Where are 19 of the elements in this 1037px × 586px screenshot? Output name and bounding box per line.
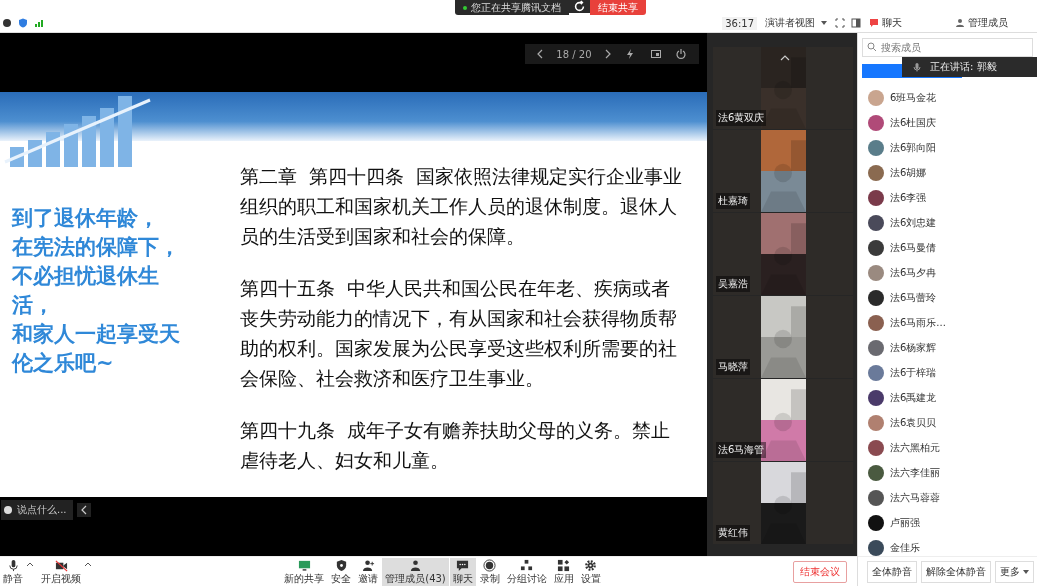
participant-name: 法6黄双庆 [716,110,767,126]
share-notice: 您正在共享腾讯文档 [455,0,569,15]
caption-line: 到了退休年龄， [12,205,160,232]
caption-line: 和家人一起享受天 [12,321,181,348]
participant-name: 杜嘉琦 [716,193,750,209]
speaking-toast: 正在讲话: 郭毅 [902,57,1037,77]
caption-line: 在宪法的保障下， [12,234,181,261]
caption-line: 不必担忧退休生 [12,263,160,290]
participant-name: 吴嘉浩 [716,276,750,292]
participant-name: 黄红伟 [716,525,750,541]
law-article: 第四十九条 成年子女有赡养扶助父母的义务。禁止虐待老人、妇女和儿童。 [240,418,672,473]
slide-page-number: 18 / 20 [556,48,592,60]
caption-line: 活， [12,292,55,319]
law-article: 第四十五条 中华人民共和国公民在年老、疾病或者丧失劳动能力的情况下，有从国家和社会获得物质帮助的权利。国家发展为公民享受这些权利所需要的社会保险、社会救济和医疗卫生事业。 [240,276,678,391]
caption-line: 伦之乐吧~ [12,350,115,377]
participant-name: 法6马海管 [716,442,767,458]
participant-name: 马晓萍 [716,359,750,375]
law-article: 第二章 第四十四条 国家依照法律规定实行企业事业组织的职工和国家机关工作人员的退休制度。退休人员的生活受到国家和社会的保障。 [240,164,684,249]
meeting-timer: 36:17 [722,16,757,30]
